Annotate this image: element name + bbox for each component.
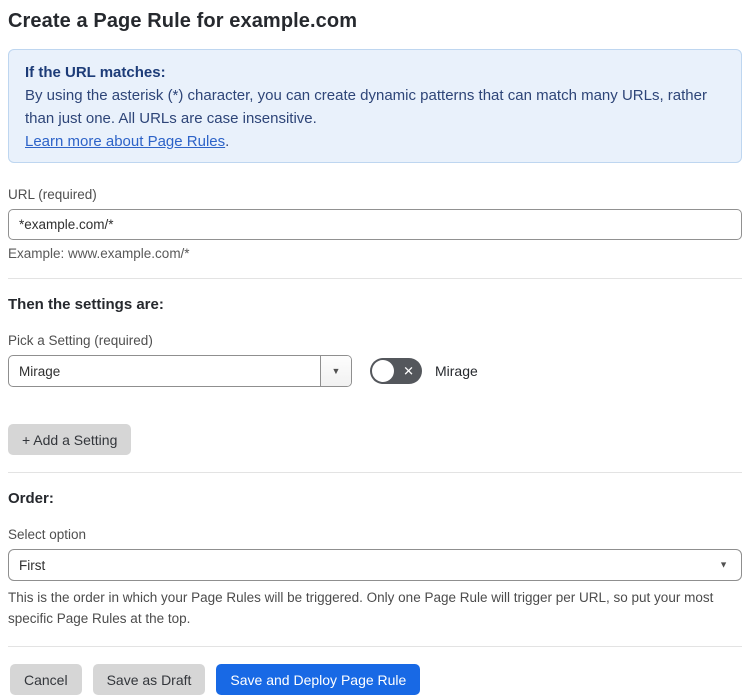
divider <box>8 472 742 473</box>
divider <box>8 278 742 279</box>
link-period: . <box>225 133 230 150</box>
settings-heading: Then the settings are: <box>8 296 164 313</box>
url-label: URL (required) <box>8 187 97 202</box>
page-title: Create a Page Rule for example.com <box>8 10 358 32</box>
toggle-off-x-icon: ✕ <box>403 363 414 379</box>
cancel-button[interactable]: Cancel <box>10 664 82 695</box>
select-option-label: Select option <box>8 527 87 542</box>
setting-row: Mirage ▼ ✕ Mirage <box>8 355 742 387</box>
save-draft-button[interactable]: Save as Draft <box>92 664 206 695</box>
url-input[interactable] <box>8 209 742 240</box>
info-box-link-line: Learn more about Page Rules. <box>25 130 725 153</box>
learn-more-link[interactable]: Learn more about Page Rules <box>25 133 225 150</box>
info-box-body: By using the asterisk (*) character, you… <box>25 87 707 127</box>
toggle-label: Mirage <box>435 363 478 379</box>
footer-actions: Cancel Save as Draft Save and Deploy Pag… <box>8 664 742 695</box>
setting-select-value: Mirage <box>19 363 61 379</box>
toggle-knob <box>372 360 394 382</box>
order-helper-text: This is the order in which your Page Rul… <box>8 590 714 626</box>
order-heading: Order: <box>8 490 54 507</box>
url-match-info-box: If the URL matches: By using the asteris… <box>8 49 742 163</box>
pick-setting-label: Pick a Setting (required) <box>8 333 153 348</box>
setting-select[interactable]: Mirage ▼ <box>8 355 352 387</box>
chevron-down-icon: ▼ <box>331 365 341 376</box>
url-helper-text: Example: www.example.com/* <box>8 246 190 261</box>
add-setting-button[interactable]: + Add a Setting <box>8 424 132 455</box>
chevron-down-icon: ▼ <box>719 559 728 570</box>
save-deploy-button[interactable]: Save and Deploy Page Rule <box>216 664 421 695</box>
mirage-toggle[interactable]: ✕ <box>370 358 422 384</box>
page-rule-form: Create a Page Rule for example.com If th… <box>0 0 750 695</box>
divider <box>8 646 742 647</box>
info-box-heading: If the URL matches: <box>25 64 166 81</box>
order-select-value: First <box>19 557 46 573</box>
order-select[interactable]: First ▼ <box>8 549 742 581</box>
setting-select-arrow-button[interactable]: ▼ <box>320 356 351 386</box>
